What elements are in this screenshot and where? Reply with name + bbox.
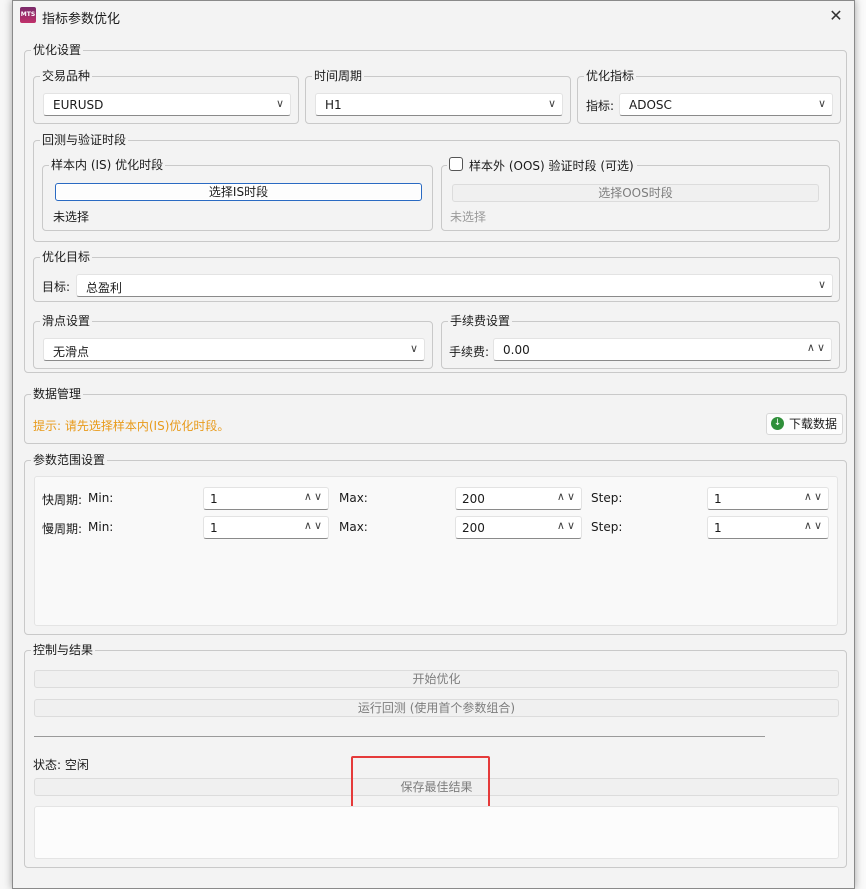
target-legend: 优化目标	[40, 250, 93, 265]
control-results-legend: 控制与结果	[31, 643, 96, 658]
is-period-legend: 样本内 (IS) 优化时段	[49, 158, 166, 173]
backtest-period-legend: 回测与验证时段	[40, 133, 129, 148]
fast-min-value: 1	[210, 492, 218, 506]
slippage-value: 无滑点	[53, 345, 90, 359]
slippage-legend: 滑点设置	[40, 314, 93, 329]
oos-period-status: 未选择	[450, 210, 487, 224]
chevron-down-icon: ∨	[275, 97, 284, 110]
spin-arrows-icon[interactable]: ∧∨	[804, 519, 824, 532]
slow-step-value: 1	[714, 521, 722, 535]
spin-arrows-icon[interactable]: ∧∨	[557, 519, 577, 532]
data-hint: 提示: 请先选择样本内(IS)优化时段。	[33, 419, 230, 433]
window-title: 指标参数优化	[42, 12, 121, 27]
oos-period-legend: 样本外 (OOS) 验证时段 (可选)	[469, 159, 634, 173]
is-period-status: 未选择	[53, 210, 90, 224]
slow-step-label: Step:	[591, 520, 623, 534]
fast-max-spinbox[interactable]: 200 ∧∨	[455, 487, 582, 510]
symbol-value: EURUSD	[53, 98, 104, 112]
period-value: H1	[325, 98, 342, 112]
fast-step-value: 1	[714, 492, 722, 506]
indicator-legend: 优化指标	[584, 69, 637, 84]
spin-arrows-icon[interactable]: ∧∨	[304, 490, 324, 503]
highlight-box	[351, 756, 490, 811]
optimize-settings-legend: 优化设置	[31, 43, 84, 58]
oos-legend-wrap: 样本外 (OOS) 验证时段 (可选)	[447, 156, 637, 174]
results-text-area[interactable]	[34, 806, 839, 859]
target-label: 目标:	[42, 280, 71, 294]
download-data-label: 下载数据	[789, 417, 838, 431]
chevron-down-icon: ∨	[409, 342, 418, 355]
target-select[interactable]: 总盈利 ∨	[76, 274, 833, 297]
close-icon[interactable]: ✕	[818, 1, 854, 31]
chevron-down-icon: ∨	[547, 97, 556, 110]
select-oos-period-button[interactable]: 选择OOS时段	[452, 184, 819, 202]
slow-period-label: 慢周期:	[42, 522, 83, 536]
chevron-down-icon: ∨	[817, 97, 826, 110]
param-range-legend: 参数范围设置	[31, 453, 108, 468]
symbol-select[interactable]: EURUSD ∨	[43, 93, 291, 116]
app-icon: MTS	[20, 7, 36, 23]
fast-min-spinbox[interactable]: 1 ∧∨	[203, 487, 329, 510]
download-icon: ↓	[771, 417, 784, 430]
status-text: 状态: 空闲	[33, 758, 89, 772]
slow-min-value: 1	[210, 521, 218, 535]
period-select[interactable]: H1 ∨	[315, 93, 563, 116]
start-optimize-button[interactable]: 开始优化	[34, 670, 839, 688]
slow-max-spinbox[interactable]: 200 ∧∨	[455, 516, 582, 539]
background-app-strip	[0, 0, 12, 889]
run-backtest-button[interactable]: 运行回测 (使用首个参数组合)	[34, 699, 839, 717]
progress-divider	[34, 736, 765, 737]
slow-min-spinbox[interactable]: 1 ∧∨	[203, 516, 329, 539]
fee-value: 0.00	[503, 343, 530, 357]
background-app-strip-right	[855, 0, 866, 889]
target-value: 总盈利	[86, 281, 123, 295]
oos-checkbox[interactable]	[449, 157, 463, 171]
period-legend: 时间周期	[312, 69, 365, 84]
indicator-label: 指标:	[586, 99, 615, 113]
fast-max-value: 200	[462, 492, 485, 506]
fast-period-label: 快周期:	[42, 493, 83, 507]
title-bar[interactable]: MTS 指标参数优化 ✕	[13, 1, 854, 31]
slow-step-spinbox[interactable]: 1 ∧∨	[707, 516, 829, 539]
data-management-legend: 数据管理	[31, 387, 84, 402]
fee-spinbox[interactable]: 0.00 ∧∨	[493, 338, 832, 361]
optimizer-window: MTS 指标参数优化 ✕ 优化设置 交易品种 EURUSD ∨ 时间周期 H1 …	[12, 0, 855, 889]
fast-max-label: Max:	[339, 491, 368, 505]
indicator-value: ADOSC	[629, 98, 672, 112]
spin-arrows-icon[interactable]: ∧∨	[804, 490, 824, 503]
fast-min-label: Min:	[88, 491, 114, 505]
slippage-select[interactable]: 无滑点 ∨	[43, 338, 425, 361]
fee-legend: 手续费设置	[448, 314, 513, 329]
chevron-down-icon: ∨	[817, 278, 826, 291]
fee-label: 手续费:	[449, 345, 490, 359]
fast-step-spinbox[interactable]: 1 ∧∨	[707, 487, 829, 510]
slow-max-value: 200	[462, 521, 485, 535]
slow-max-label: Max:	[339, 520, 368, 534]
fast-step-label: Step:	[591, 491, 623, 505]
slow-min-label: Min:	[88, 520, 114, 534]
symbol-legend: 交易品种	[40, 69, 93, 84]
select-is-period-button[interactable]: 选择IS时段	[55, 183, 422, 201]
spin-arrows-icon[interactable]: ∧∨	[557, 490, 577, 503]
download-data-button[interactable]: ↓ 下载数据	[766, 413, 844, 435]
indicator-select[interactable]: ADOSC ∨	[619, 93, 833, 116]
spin-arrows-icon[interactable]: ∧∨	[807, 341, 827, 354]
spin-arrows-icon[interactable]: ∧∨	[304, 519, 324, 532]
